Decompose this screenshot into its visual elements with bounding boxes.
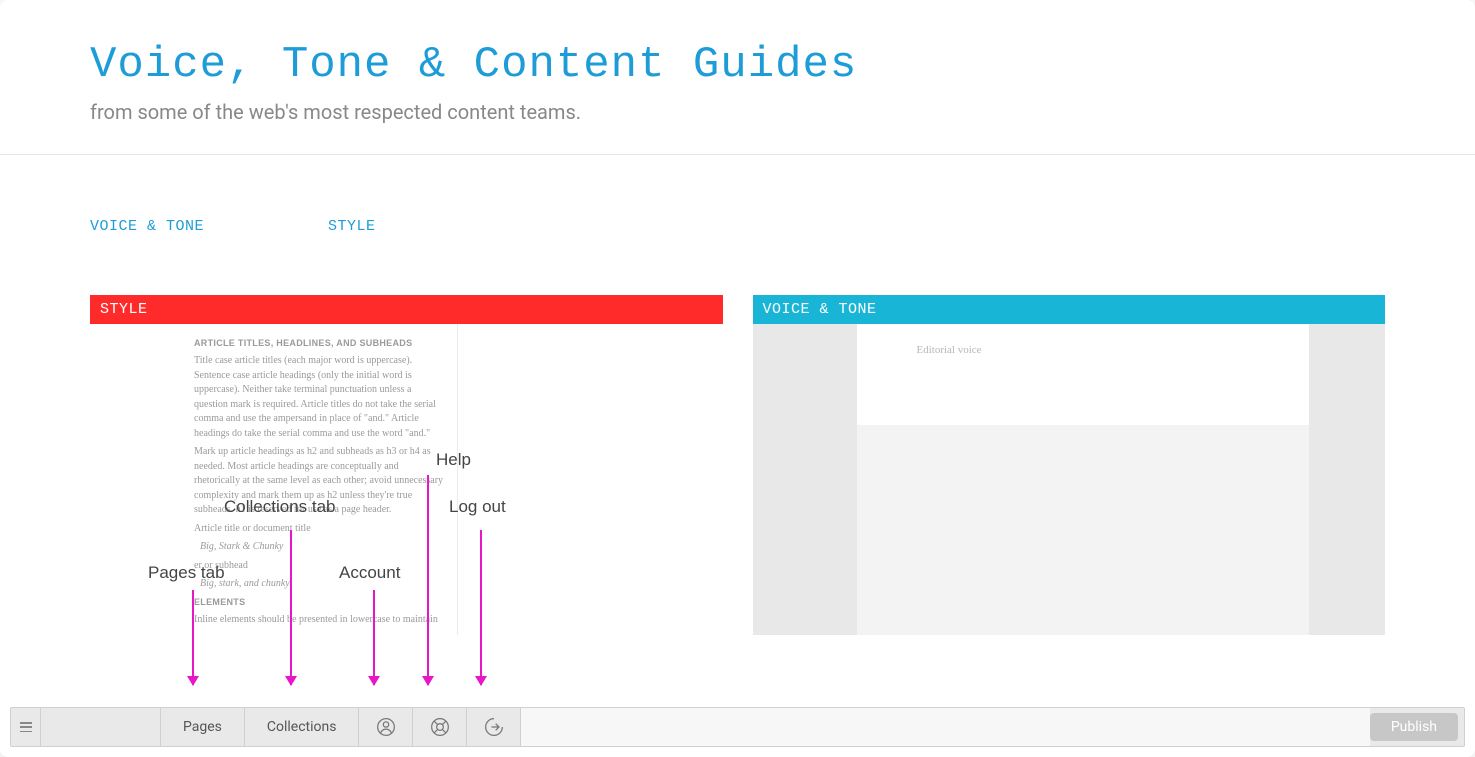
style-label-title: Article title or document title	[194, 522, 444, 537]
page-title: Voice, Tone & Content Guides	[90, 40, 1385, 90]
pages-tab[interactable]: Pages	[161, 708, 245, 746]
style-para3: Inline elements should be presented in l…	[194, 613, 444, 628]
style-gutter-right	[458, 324, 723, 635]
style-example-head: Big, stark, and chunky	[200, 577, 447, 592]
logout-icon	[484, 717, 504, 737]
style-content: ARTICLE TITLES, HEADLINES, AND SUBHEADS …	[194, 324, 458, 635]
logout-button[interactable]	[467, 708, 521, 746]
blank-slot	[41, 708, 161, 746]
panels: STYLE ARTICLE TITLES, HEADLINES, AND SUB…	[0, 255, 1475, 635]
nav-row: VOICE & TONE STYLE	[0, 155, 1475, 255]
bottom-bar: Pages Collections Publish	[10, 707, 1465, 747]
panel-style[interactable]: STYLE ARTICLE TITLES, HEADLINES, AND SUB…	[90, 295, 723, 635]
voice-content: Editorial voice	[857, 324, 1310, 635]
voice-gutter-right	[1309, 324, 1385, 635]
publish-button[interactable]: Publish	[1370, 713, 1458, 741]
help-button[interactable]	[413, 708, 467, 746]
panel-voice-header: VOICE & TONE	[753, 295, 1386, 324]
page-subtitle: from some of the web's most respected co…	[90, 100, 1385, 124]
style-gutter-left	[90, 324, 194, 635]
panel-style-body: ARTICLE TITLES, HEADLINES, AND SUBHEADS …	[90, 324, 723, 635]
voice-content-lower	[857, 425, 1310, 635]
voice-gutter-left	[753, 324, 857, 635]
panel-style-header: STYLE	[90, 295, 723, 324]
collections-tab[interactable]: Collections	[245, 708, 360, 746]
style-para2: Mark up article headings as h2 and subhe…	[194, 445, 444, 518]
nav-voice-tone[interactable]: VOICE & TONE	[90, 218, 204, 235]
account-icon	[376, 717, 396, 737]
style-section-elements: ELEMENTS	[194, 596, 447, 609]
style-label-head: er or subhead	[194, 559, 444, 574]
voice-body-label: Editorial voice	[857, 324, 1310, 356]
header: Voice, Tone & Content Guides from some o…	[0, 0, 1475, 155]
nav-style[interactable]: STYLE	[328, 218, 376, 235]
account-button[interactable]	[359, 708, 413, 746]
style-para1: Title case article titles (each major wo…	[194, 354, 444, 441]
panel-voice[interactable]: VOICE & TONE Editorial voice	[753, 295, 1386, 635]
bottom-spacer	[521, 708, 1369, 746]
panel-voice-body: Editorial voice	[753, 324, 1386, 635]
style-section-heading: ARTICLE TITLES, HEADLINES, AND SUBHEADS	[194, 337, 447, 350]
hamburger-menu-icon[interactable]	[11, 708, 41, 746]
style-example-title: Big, Stark & Chunky	[200, 540, 447, 555]
lifebuoy-icon	[430, 717, 450, 737]
